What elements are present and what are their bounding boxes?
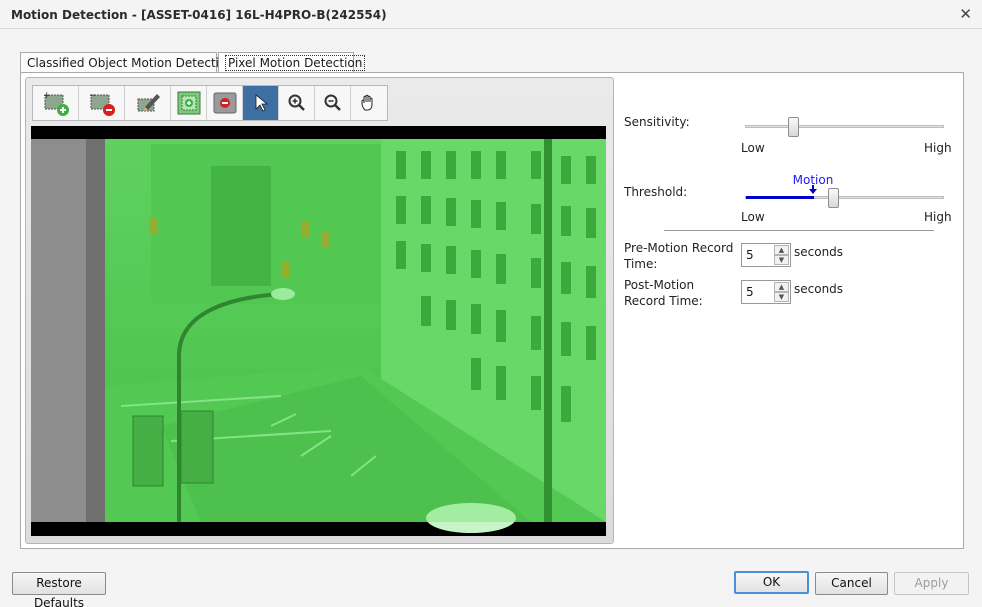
post-motion-label-line2: Record Time: <box>624 294 703 308</box>
title-bar: Motion Detection - [ASSET-0416] 16L-H4PR… <box>0 0 982 29</box>
pointer-button[interactable] <box>243 86 279 120</box>
zoom-in-button[interactable] <box>279 86 315 120</box>
pan-hand-icon <box>361 94 373 111</box>
remove-region-icon: − <box>89 91 115 116</box>
select-all-region-icon <box>177 91 200 115</box>
close-icon[interactable]: ✕ <box>959 5 972 23</box>
svg-text:+: + <box>43 91 51 101</box>
settings-divider <box>664 230 934 231</box>
add-region-button[interactable]: + <box>33 86 79 120</box>
pre-motion-value[interactable]: 5 <box>746 248 754 262</box>
threshold-label: Threshold: <box>624 185 688 199</box>
post-motion-stepper[interactable]: 5 ▲ ▼ <box>741 280 791 304</box>
threshold-low-label: Low <box>741 210 765 224</box>
tab-pixel-motion-detection-label: Pixel Motion Detection <box>225 55 366 71</box>
sensitivity-high-label: High <box>924 141 952 155</box>
post-motion-unit: seconds <box>794 282 844 296</box>
tab-classified-object-motion-detection[interactable]: Classified Object Motion Detection <box>20 52 234 73</box>
motion-level-bar <box>746 196 814 199</box>
pointer-icon <box>255 94 268 112</box>
svg-text:−: − <box>89 91 97 101</box>
ok-button[interactable]: OK <box>734 571 809 594</box>
sensitivity-slider-track[interactable] <box>745 125 944 128</box>
draw-region-button[interactable] <box>125 86 171 120</box>
cancel-button[interactable]: Cancel <box>815 572 888 595</box>
clear-region-button[interactable] <box>207 86 243 120</box>
post-motion-value[interactable]: 5 <box>746 285 754 299</box>
zoom-out-icon <box>324 94 341 111</box>
draw-region-icon <box>137 94 160 112</box>
video-scene <box>31 126 606 536</box>
camera-video-view[interactable] <box>31 126 606 536</box>
sensitivity-slider-thumb[interactable] <box>787 117 799 137</box>
post-motion-down-icon[interactable]: ▼ <box>774 292 789 302</box>
pre-motion-label-line1: Pre-Motion Record <box>624 241 734 255</box>
restore-defaults-button[interactable]: Restore Defaults <box>12 572 106 607</box>
pre-motion-label-line2: Time: <box>624 257 658 271</box>
motion-marker-icon <box>808 185 817 194</box>
apply-button[interactable]: Apply <box>894 572 969 595</box>
threshold-high-label: High <box>924 210 952 224</box>
sensitivity-label: Sensitivity: <box>624 115 690 129</box>
clear-region-icon <box>213 92 236 114</box>
select-all-region-button[interactable] <box>171 86 207 120</box>
pan-button[interactable] <box>351 86 387 120</box>
zoom-in-icon <box>288 94 305 111</box>
pre-motion-up-icon[interactable]: ▲ <box>774 245 789 255</box>
post-motion-up-icon[interactable]: ▲ <box>774 282 789 292</box>
pre-motion-stepper[interactable]: 5 ▲ ▼ <box>741 243 791 267</box>
zoom-out-button[interactable] <box>315 86 351 120</box>
window-title: Motion Detection - [ASSET-0416] 16L-H4PR… <box>11 8 387 22</box>
threshold-slider-thumb[interactable] <box>827 188 839 208</box>
sensitivity-low-label: Low <box>741 141 765 155</box>
region-toolbar: + − <box>32 85 388 121</box>
pre-motion-unit: seconds <box>794 245 844 259</box>
pre-motion-down-icon[interactable]: ▼ <box>774 255 789 265</box>
tab-pixel-motion-detection[interactable]: Pixel Motion Detection <box>218 52 366 74</box>
post-motion-label-line1: Post-Motion <box>624 278 695 292</box>
remove-region-button[interactable]: − <box>79 86 125 120</box>
add-region-icon: + <box>43 91 69 116</box>
